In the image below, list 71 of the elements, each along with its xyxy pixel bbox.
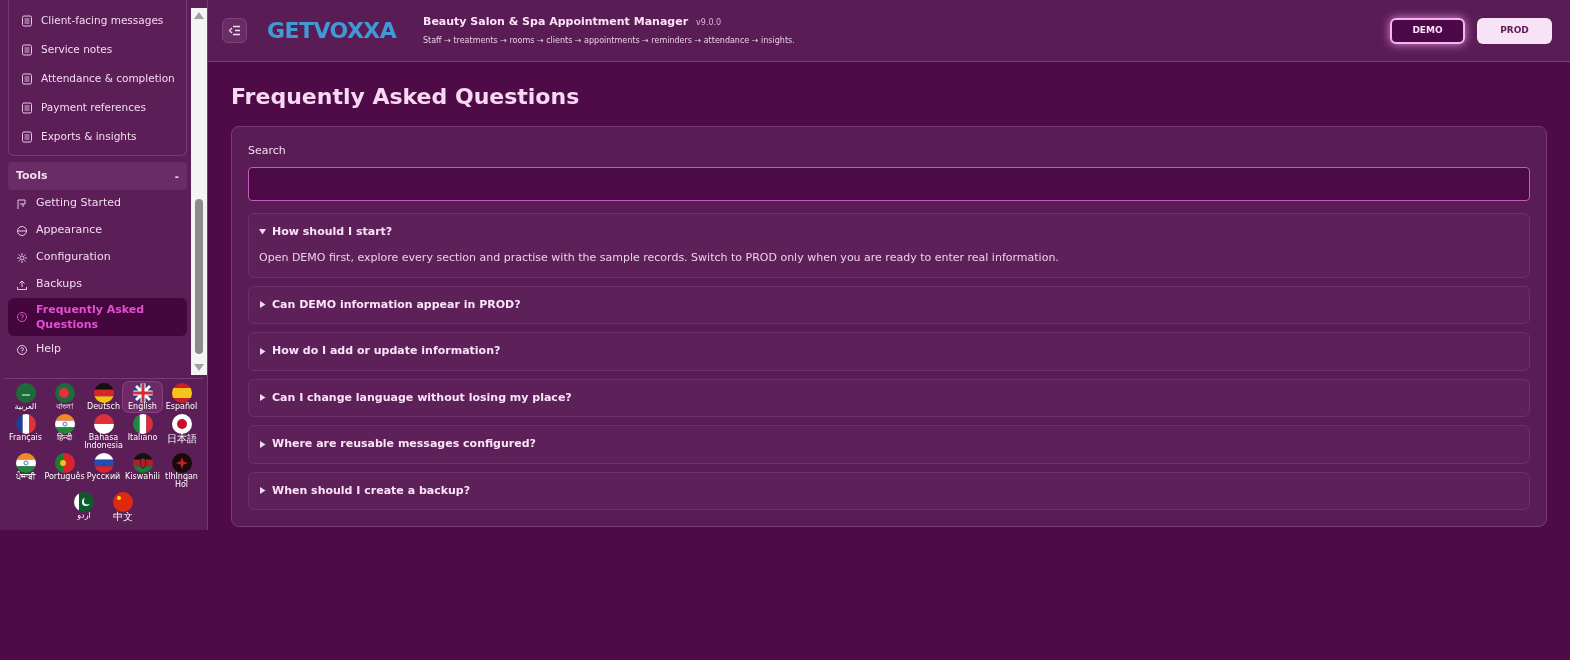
faq-item[interactable]: Where are reusable messages configured?	[248, 425, 1530, 464]
scroll-thumb[interactable]	[195, 199, 203, 354]
collapse-sidebar-button[interactable]	[222, 18, 247, 43]
language-option[interactable]: Kiswahili	[123, 452, 162, 490]
faq-question: When should I create a backup?	[272, 482, 471, 499]
language-option[interactable]: 中文	[103, 491, 143, 523]
document-icon	[21, 43, 33, 56]
faq-question: How do I add or update information?	[272, 343, 501, 359]
faq-item[interactable]: When should I create a backup?	[248, 471, 1530, 510]
language-option[interactable]: Español	[162, 382, 201, 412]
caret-right-icon	[259, 301, 266, 309]
language-option[interactable]: tlhIngan Hol	[162, 452, 201, 490]
caret-right-icon	[259, 394, 266, 402]
document-icon	[21, 14, 33, 27]
collapse-icon	[228, 25, 241, 36]
mode-button[interactable]: DEMO	[1390, 17, 1465, 44]
language-option[interactable]: ਪੰਜਾਬੀ	[6, 452, 45, 490]
nav-item[interactable]: Frequently Asked Questions	[8, 298, 187, 336]
language-option[interactable]: Italiano	[123, 413, 162, 451]
faq-answer: Open DEMO first, explore every section and practise with the sample records. Switch to PROD only when you are ready to enter real information.	[259, 250, 1060, 266]
language-option[interactable]: Português	[45, 452, 84, 490]
faq-question: Can I change language without losing my place?	[272, 389, 572, 406]
document-icon	[21, 72, 33, 85]
nav-item[interactable]: Backups	[8, 271, 187, 298]
nav-item[interactable]: Appearance	[8, 217, 187, 244]
language-option[interactable]: বাংলা	[45, 382, 84, 412]
search-field[interactable]	[248, 166, 1530, 201]
faq-question: Where are reusable messages configured?	[272, 436, 536, 452]
faq-item[interactable]: How should I start? Open DEMO first, explore every section and practise with the sample records. Switch to PROD only when you are ready to enter real information.	[248, 212, 1530, 278]
help-icon	[16, 311, 28, 323]
sun-icon	[16, 251, 28, 264]
nav-item[interactable]: Payment references	[9, 93, 186, 122]
mode-button[interactable]: PROD	[1477, 17, 1552, 44]
tools-header[interactable]: Tools -	[8, 162, 187, 190]
faq-item[interactable]: Can I change language without losing my place?	[248, 378, 1530, 417]
page-title: Frequently Asked Questions	[231, 83, 581, 111]
language-option[interactable]: Deutsch	[84, 382, 123, 412]
caret-down-icon	[259, 228, 266, 236]
nav-item[interactable]: Configuration	[8, 244, 187, 271]
language-option[interactable]: 日本語	[162, 413, 201, 451]
scrollbar[interactable]	[191, 8, 207, 375]
faq-question: How should I start?	[272, 223, 393, 240]
language-option[interactable]: Bahasa Indonesia	[84, 413, 123, 451]
logo: GETVOXXA	[267, 18, 397, 43]
help-icon	[16, 343, 28, 356]
version-label: v9.0.0	[696, 16, 722, 29]
faq-question: Can DEMO information appear in PROD?	[272, 296, 521, 313]
upload-icon	[16, 278, 28, 291]
caret-right-icon	[259, 347, 266, 355]
nav-item[interactable]: Attendance & completion	[9, 64, 186, 93]
caret-right-icon	[259, 440, 266, 448]
language-option[interactable]: Русский	[84, 452, 123, 490]
nav-item[interactable]: Exports & insights	[9, 122, 186, 151]
search-label: Search	[248, 143, 287, 159]
nav-item[interactable]: Client-facing messages	[9, 6, 186, 35]
document-icon	[21, 101, 33, 114]
faq-item[interactable]: How do I add or update information?	[248, 332, 1530, 371]
language-option[interactable]: اردو	[64, 491, 104, 523]
caret-right-icon	[259, 487, 266, 495]
language-option[interactable]: العربية	[6, 382, 45, 412]
faq-item[interactable]: Can DEMO information appear in PROD?	[248, 285, 1530, 324]
document-icon	[21, 130, 33, 143]
nav-item[interactable]: Help	[8, 336, 187, 363]
nav-item[interactable]: Service notes	[9, 35, 186, 64]
language-option[interactable]: Français	[6, 413, 45, 451]
language-option[interactable]: English	[123, 382, 162, 412]
app-title: Beauty Salon & Spa Appointment Manager	[423, 13, 689, 30]
app-subtitle: Staff → treatments → rooms → clients → appointments → reminders → attendance → insights.	[423, 35, 795, 48]
nav-item[interactable]: Getting Started	[8, 190, 187, 217]
language-option[interactable]: हिन्दी	[45, 413, 84, 451]
scroll-down-icon[interactable]	[194, 364, 204, 371]
